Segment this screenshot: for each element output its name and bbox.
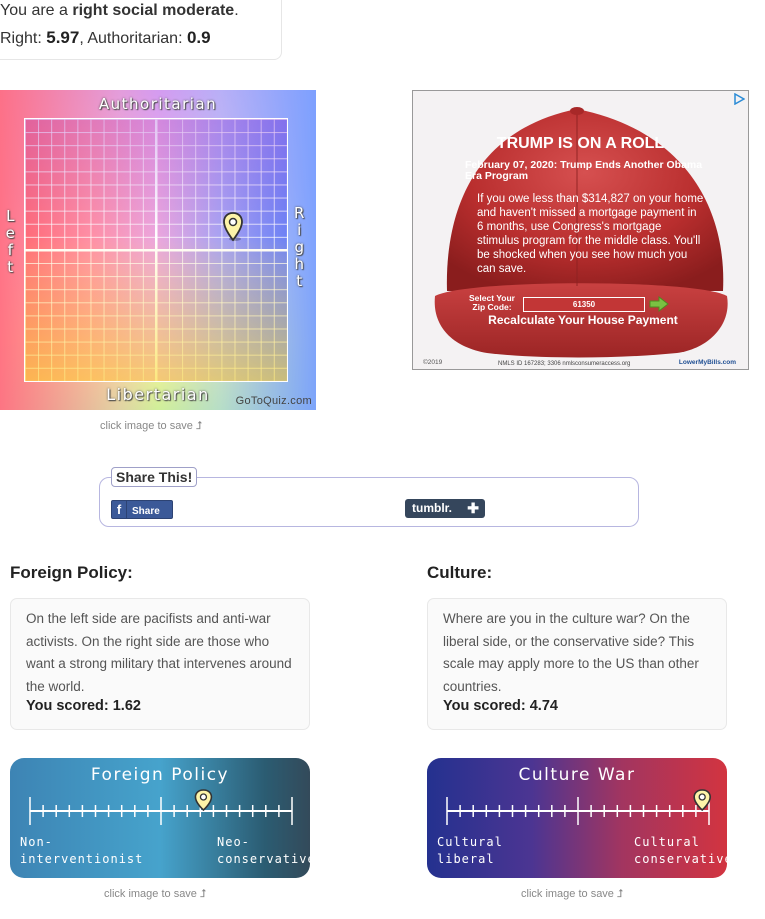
foreign-policy-description-box: On the left side are pacifists and anti-… xyxy=(10,598,310,730)
scale-marker-icon xyxy=(194,789,213,812)
ad-headline: TRUMP IS ON A ROLL xyxy=(496,135,665,152)
position-marker-icon xyxy=(223,212,243,242)
gotoquiz-watermark: GoToQuiz.com xyxy=(235,395,312,407)
ad-date-line: February 07, 2020: Trump Ends Another Ob… xyxy=(465,159,703,182)
authoritarian-score-label: Authoritarian: xyxy=(87,30,187,47)
foreign-policy-score: You scored: 1.62 xyxy=(26,698,141,714)
culture-score: You scored: 4.74 xyxy=(443,698,558,714)
foreign-policy-save-caption[interactable]: click image to save ⮥ xyxy=(104,888,206,901)
facebook-share-button[interactable]: f Share xyxy=(111,500,173,519)
authoritarian-score-value: 0.9 xyxy=(186,28,211,47)
advertisement[interactable]: TRUMP IS ON A ROLL February 07, 2020: Tr… xyxy=(412,90,749,370)
tumblr-label: tumblr. xyxy=(412,501,453,515)
ad-choices-icon[interactable] xyxy=(733,93,745,105)
ad-nmls: NMLS ID 167283; 3306 nmlsconsumeraccess.… xyxy=(498,361,631,367)
ad-cta[interactable]: Recalculate Your House Payment xyxy=(473,313,693,327)
culture-save-caption[interactable]: click image to save ⮥ xyxy=(521,888,623,901)
right-label: Right xyxy=(294,204,306,290)
ad-zip-label: Select Your Zip Code: xyxy=(469,293,515,312)
cultural-liberal-label: Cultural liberal xyxy=(437,835,503,866)
plus-icon: ✚ xyxy=(467,500,479,516)
ad-zip-input[interactable]: 61350 xyxy=(523,297,645,312)
political-compass-image[interactable]: Authoritarian Libertarian Left Right GoT… xyxy=(0,90,316,410)
foreign-policy-title: Foreign Policy: xyxy=(10,563,133,582)
foreign-policy-description: On the left side are pacifists and anti-… xyxy=(26,611,292,694)
right-score-value: 5.97 xyxy=(46,28,80,47)
authoritarian-label: Authoritarian xyxy=(98,95,218,113)
culture-title: Culture: xyxy=(427,563,493,582)
cultural-conservative-label: Cultural conservative xyxy=(634,835,727,866)
compass-grid-tint xyxy=(25,119,287,381)
ad-brand-logo: LowerMyBills.com xyxy=(678,359,736,366)
compass-save-caption[interactable]: click image to save ⮥ xyxy=(100,420,202,433)
result-suffix: . xyxy=(234,2,239,19)
facebook-share-label: Share xyxy=(132,506,160,517)
ad-body-text: If you owe less than $314,827 on your ho… xyxy=(477,193,704,275)
result-label: right social moderate xyxy=(72,2,235,19)
culture-war-scale-image[interactable]: Culture War Cultural liberal Cultural cons… xyxy=(427,758,727,878)
result-scores: Right: 5.97, Authoritarian: 0.9 xyxy=(0,28,211,48)
facebook-icon: f xyxy=(112,501,127,518)
tumblr-share-button[interactable]: tumblr. ✚ xyxy=(405,499,485,518)
right-score-label: Right: xyxy=(0,30,47,47)
arrow-right-icon[interactable] xyxy=(649,296,669,312)
ad-copyright: ©2019 xyxy=(423,359,443,366)
culture-description: Where are you in the culture war? On the… xyxy=(443,611,699,694)
compass-grid xyxy=(24,118,288,382)
non-interventionist-label: Non-interventionist xyxy=(20,835,144,866)
foreign-policy-scale-image[interactable]: Foreign Policy Non-interventionist Neo-c… xyxy=(10,758,310,878)
culture-description-box: Where are you in the culture war? On the… xyxy=(427,598,727,730)
result-summary: You are a right social moderate. xyxy=(0,2,239,20)
neo-conservative-label: Neo-conservative xyxy=(217,835,310,866)
share-title: Share This! xyxy=(111,467,198,487)
left-label: Left xyxy=(5,207,17,276)
result-prefix: You are a xyxy=(0,2,73,19)
